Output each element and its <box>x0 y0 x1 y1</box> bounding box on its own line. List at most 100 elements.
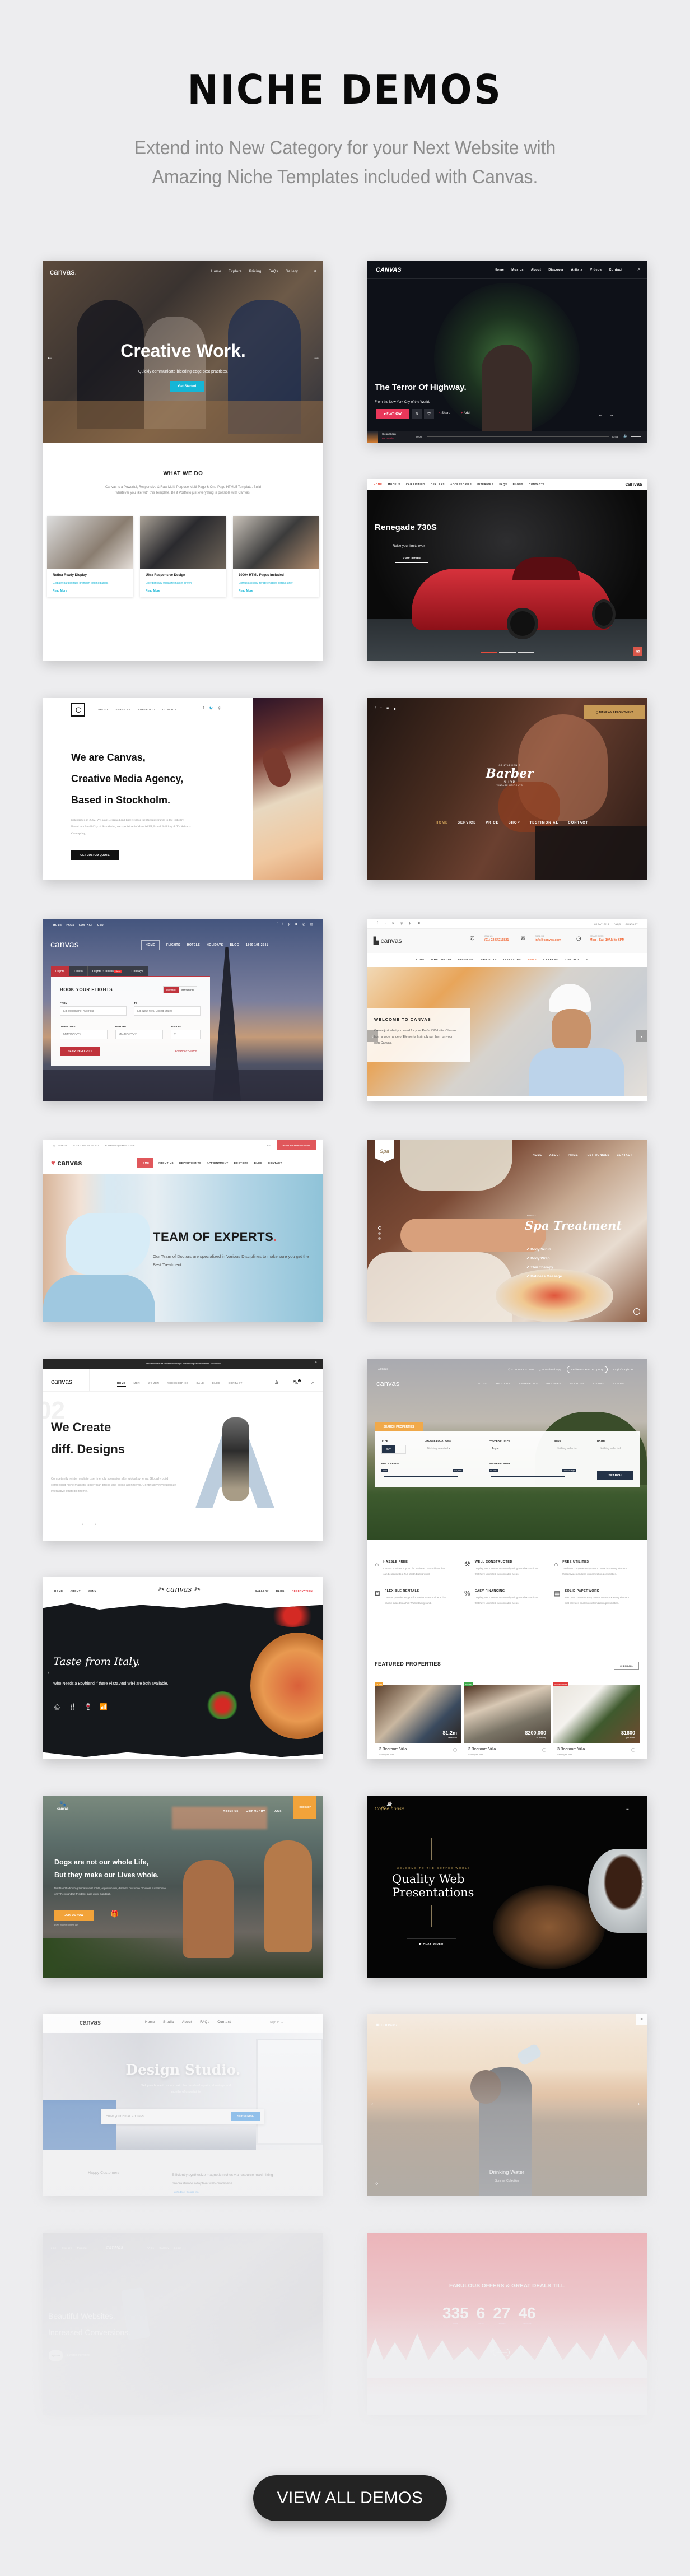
demo-card-pet[interactable]: 🐾 canvas About us Community FAQs Register… <box>43 1796 323 1978</box>
demo-card-photography[interactable]: ◙ canvas ≡ ‹ › Drinking Water Summer Col… <box>367 2014 647 2196</box>
logo[interactable]: ✂ canvas ✂ <box>158 1585 200 1594</box>
read-more-link[interactable]: Read More <box>140 585 226 597</box>
mail-icon[interactable]: ✉ <box>633 647 642 656</box>
nav-item[interactable]: CONTACT <box>268 1161 282 1164</box>
facebook-icon[interactable]: f <box>375 707 376 711</box>
facebook-icon[interactable]: f <box>377 922 378 925</box>
nav-item[interactable]: BLOG <box>254 1161 263 1164</box>
from-input[interactable] <box>60 1006 127 1016</box>
watch-video-link[interactable]: ● Watch the Video <box>67 2354 90 2357</box>
nav-item[interactable]: Explore <box>62 2247 72 2249</box>
demo-card-agency[interactable]: C ABOUT SERVICES PORTFOLIO CONTACT f 🐦 g… <box>43 698 323 880</box>
facebook-icon[interactable]: f <box>203 706 204 710</box>
slider-dot[interactable] <box>642 1874 644 1876</box>
topbar-item[interactable]: LOCATIONS <box>594 923 609 926</box>
view-offers-button[interactable]: VIEW OFFERS <box>493 2349 510 2356</box>
logo[interactable]: canvas <box>106 2245 123 2250</box>
nav-item[interactable]: FLIGHTS <box>166 943 180 947</box>
slider-dot[interactable] <box>642 1896 644 1898</box>
demo-card-saas[interactable]: Home Explore Pricing canvas FAQs Gallery… <box>43 2233 323 2415</box>
login-register-link[interactable]: Login/Register <box>613 1368 633 1371</box>
nav-item[interactable]: HOME <box>54 1589 63 1592</box>
arrow-right-icon[interactable]: › <box>636 1030 647 1042</box>
tab-flights[interactable]: Flights <box>51 966 69 977</box>
arrow-right-icon[interactable]: → <box>313 353 320 361</box>
register-button[interactable]: Register <box>293 1796 316 1819</box>
slider-dot[interactable] <box>642 1878 644 1880</box>
baths-select[interactable]: Nothing selected <box>597 1445 633 1453</box>
adults-input[interactable] <box>171 1030 201 1039</box>
progress-bar[interactable] <box>427 436 609 437</box>
logo[interactable]: canvas. <box>50 267 77 276</box>
nav-item[interactable]: PROJECTS <box>481 958 497 961</box>
beds-select[interactable]: Nothing selected <box>554 1445 590 1453</box>
subscribe-button[interactable]: SUBSCRIBE <box>231 2112 260 2121</box>
nav-item[interactable]: Home <box>495 268 504 272</box>
info-icon[interactable]: ⓘ <box>453 1747 457 1753</box>
arrow-left-icon[interactable]: ‹ <box>371 2101 373 2107</box>
nav-item[interactable]: DEPARTMENTS <box>179 1161 201 1164</box>
nav-item[interactable]: Login <box>174 2247 182 2249</box>
slider-dot[interactable] <box>378 1237 381 1240</box>
demo-card-construction[interactable]: f t s g p ◙ LOCATIONS FAQS CONTACT ▙ canvas ✆… <box>367 919 647 1101</box>
mail-icon[interactable]: ✉ <box>310 923 313 927</box>
nav-item[interactable]: HOME <box>117 1382 126 1387</box>
nav-item[interactable]: WOMEN <box>148 1382 159 1387</box>
nav-item[interactable]: Community <box>246 1810 265 1813</box>
demo-card-car[interactable]: HOME MODELS CAR LISTING DEALERS ACCESSOR… <box>367 479 647 661</box>
property-card[interactable]: For Sale $1.2m Leasehold 3 Bedroom Villa… <box>375 1682 461 1756</box>
nav-item[interactable]: FAQs <box>200 2021 209 2024</box>
instagram-icon[interactable]: ◙ <box>295 923 297 927</box>
twitter-icon[interactable]: 🐦 <box>209 706 213 710</box>
nav-item[interactable]: BUILDERS <box>546 1382 561 1385</box>
nav-item[interactable]: CONTACTS <box>529 483 545 486</box>
nav-item[interactable]: SERVICES <box>116 708 131 711</box>
logo[interactable]: canvas <box>50 940 79 950</box>
return-input[interactable] <box>115 1030 163 1039</box>
demo-card-coffee[interactable]: ☕ Coffee house ≡ WELCOME TO THE COFFEE WO… <box>367 1796 647 1978</box>
info-icon[interactable]: ⓘ <box>542 1747 546 1753</box>
twitter-icon[interactable]: t <box>381 707 382 711</box>
join-us-button[interactable]: JOIN US NOW <box>54 1910 94 1921</box>
logo[interactable]: C <box>71 703 85 717</box>
sign-in-link[interactable]: Sign In → <box>270 2021 283 2024</box>
download-app-link[interactable]: ⤓ Download App <box>539 1368 561 1371</box>
nav-item[interactable]: PRICE <box>568 1154 578 1157</box>
property-type-select[interactable]: Any ▾ <box>489 1445 545 1453</box>
call-value[interactable]: (91) 22 54215821 <box>484 938 509 942</box>
nav-item[interactable]: DEALERS <box>431 483 445 486</box>
locations-select[interactable]: Nothing selected ▾ <box>425 1445 481 1453</box>
search-icon[interactable]: ⌕ <box>586 958 588 961</box>
city-select[interactable]: All Cities <box>378 1368 388 1370</box>
nav-item[interactable]: Contact <box>217 2021 231 2024</box>
nav-item[interactable]: CONTACT <box>565 958 579 961</box>
nav-item[interactable]: SERVICE <box>458 821 476 825</box>
nav-item[interactable]: Gallery <box>286 270 299 273</box>
nav-item[interactable]: WHAT WE DO <box>431 958 451 961</box>
nav-item[interactable]: TESTIMONIAL <box>530 821 559 825</box>
logo[interactable]: canvas <box>51 1378 72 1385</box>
departure-input[interactable] <box>60 1030 108 1039</box>
nav-item[interactable]: HOME <box>141 940 160 950</box>
nav-item[interactable]: Pricing <box>77 2247 87 2249</box>
arrow-left-icon[interactable]: ← <box>598 412 603 418</box>
arrow-right-icon[interactable]: › <box>638 2101 640 2107</box>
nav-item[interactable]: 1800 105 2541 <box>246 943 268 947</box>
logo[interactable]: ☕ Coffee house <box>375 1801 404 1811</box>
tab-holidays[interactable]: Holidays <box>126 966 148 977</box>
slider-dot[interactable] <box>642 1887 644 1889</box>
nav-item[interactable]: CONTACT <box>613 1382 627 1385</box>
toggle-rent[interactable]: — <box>395 1445 405 1453</box>
topbar-item[interactable]: CONTACT <box>79 923 93 926</box>
email-value[interactable]: info@canvas.com <box>535 938 561 942</box>
arrow-right-icon[interactable]: → <box>609 412 614 418</box>
get-custom-quote-button[interactable]: GET CUSTOM QUOTE <box>71 850 119 860</box>
nav-item[interactable]: CONTACT <box>229 1382 243 1387</box>
nav-item[interactable]: Home <box>49 2247 57 2249</box>
instagram-icon[interactable]: ◙ <box>386 707 389 711</box>
nav-item[interactable]: Pricing <box>249 270 262 273</box>
pinterest-icon[interactable]: p <box>288 923 290 927</box>
book-appointment-button[interactable]: BOOK AN APPOINTMENT <box>277 1140 316 1150</box>
arrow-left-icon[interactable]: ← <box>81 1521 86 1526</box>
nav-item[interactable]: BLOG <box>230 943 239 947</box>
